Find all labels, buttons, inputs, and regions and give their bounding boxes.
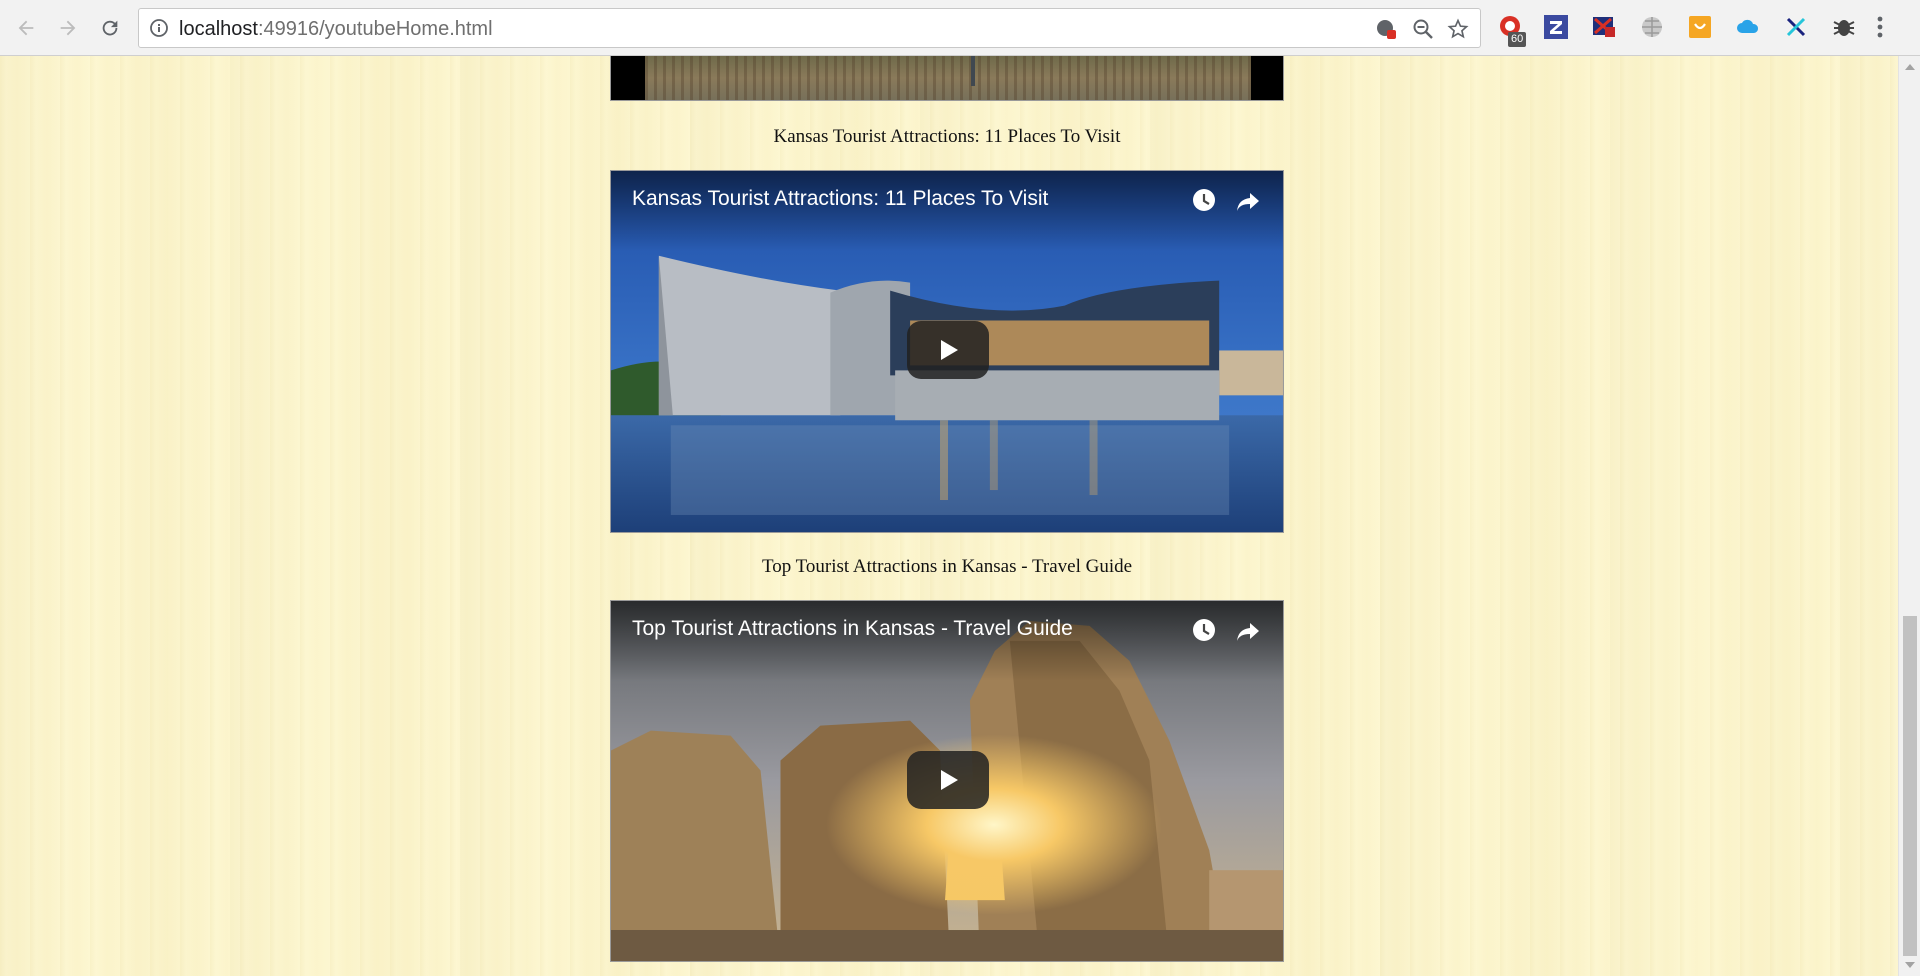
previous-video-embed[interactable]: [610, 56, 1284, 101]
orange-extension-icon: [1689, 16, 1711, 38]
video-embed[interactable]: Top Tourist Attractions in Kansas - Trav…: [610, 600, 1284, 962]
play-icon: [941, 770, 958, 790]
scroll-thumb[interactable]: [1903, 616, 1917, 956]
video-title-overlay: [611, 171, 1283, 251]
forward-button[interactable]: [52, 12, 84, 44]
url-text: localhost:49916/youtubeHome.html: [179, 18, 493, 41]
extension-globe-button[interactable]: [1638, 13, 1666, 41]
zoom-out-icon[interactable]: [1412, 18, 1434, 40]
play-button[interactable]: [907, 321, 989, 379]
info-icon: [150, 19, 168, 37]
cloud-extension-icon: [1737, 19, 1759, 33]
browser-menu-button[interactable]: [1866, 13, 1894, 41]
play-button[interactable]: [907, 751, 989, 809]
extension-flag-button[interactable]: [1590, 13, 1618, 41]
scroll-down-arrow[interactable]: [1905, 962, 1915, 968]
video-caption: Kansas Tourist Attractions: 11 Places To…: [773, 126, 1121, 147]
extension-cloud-button[interactable]: [1734, 13, 1762, 41]
share-icon[interactable]: [1235, 188, 1261, 214]
browser-toolbar: localhost:49916/youtubeHome.html 60: [0, 0, 1920, 56]
play-icon: [941, 340, 958, 360]
watch-later-icon[interactable]: [1191, 617, 1217, 643]
reload-button[interactable]: [94, 12, 126, 44]
share-icon[interactable]: [1235, 618, 1261, 644]
bug-extension-icon: [1833, 20, 1855, 36]
forward-icon: [60, 20, 76, 36]
video-title[interactable]: Kansas Tourist Attractions: 11 Places To…: [632, 187, 1048, 211]
previous-video-thumbnail: [645, 56, 1251, 100]
previous-video-marker: [971, 56, 975, 86]
extension-badge: 60: [1508, 32, 1527, 47]
back-icon: [18, 20, 34, 36]
x-extension-icon: [1786, 17, 1806, 37]
url-path: :49916/youtubeHome.html: [257, 18, 493, 40]
url-host: localhost: [179, 18, 258, 40]
star-icon[interactable]: [1447, 18, 1469, 40]
video-title-overlay: [611, 601, 1283, 681]
extension-z-button[interactable]: [1542, 13, 1570, 41]
z-extension-icon: [1544, 15, 1568, 39]
globe-extension-icon: [1642, 17, 1662, 37]
more-vertical-icon: [1877, 16, 1883, 38]
page-content: Kansas Tourist Attractions: 11 Places To…: [0, 56, 1898, 976]
blocked-content-icon[interactable]: [1375, 18, 1397, 40]
back-button[interactable]: [10, 12, 42, 44]
video-embed[interactable]: Kansas Tourist Attractions: 11 Places To…: [610, 170, 1284, 533]
video-caption: Top Tourist Attractions in Kansas - Trav…: [761, 556, 1133, 577]
flag-extension-icon: [1593, 17, 1615, 37]
extension-x-button[interactable]: [1782, 13, 1810, 41]
watch-later-icon[interactable]: [1191, 187, 1217, 213]
page-scrollbar[interactable]: [1898, 56, 1920, 976]
address-bar[interactable]: localhost:49916/youtubeHome.html: [138, 8, 1481, 48]
extension-bug-button[interactable]: [1830, 13, 1858, 41]
scroll-up-arrow[interactable]: [1905, 64, 1915, 70]
reload-icon: [102, 20, 118, 36]
extension-orange-button[interactable]: [1686, 13, 1714, 41]
video-title[interactable]: Top Tourist Attractions in Kansas - Trav…: [632, 617, 1073, 641]
